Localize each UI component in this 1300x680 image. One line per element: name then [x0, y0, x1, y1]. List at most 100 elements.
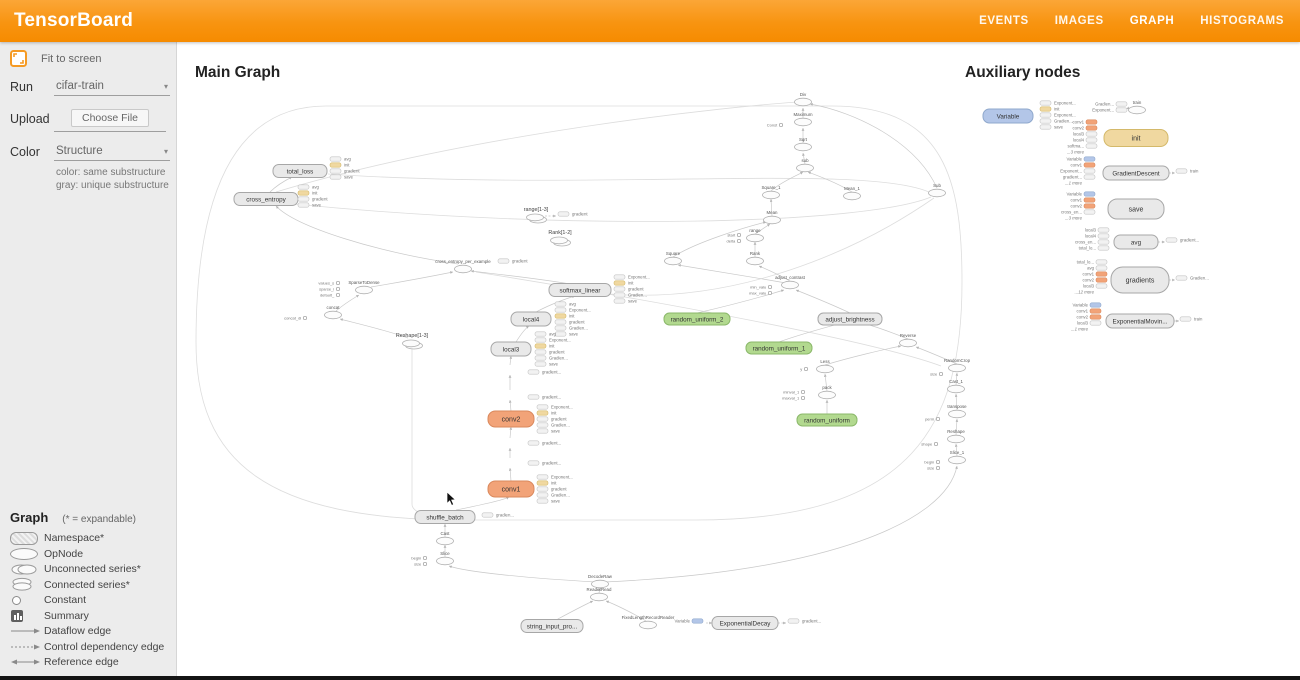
graph-node-random_uniform_1[interactable]: random_uniform_1 — [746, 342, 812, 354]
tab-images[interactable]: IMAGES — [1055, 15, 1104, 27]
svg-text:GradientDescent: GradientDescent — [1112, 170, 1160, 177]
graph-op-Rank[interactable]: Rank — [747, 251, 764, 265]
graph-const-Const: Const — [767, 123, 783, 128]
graph-op-Slice[interactable]: Slice — [437, 551, 454, 565]
graph-node-ExponentialDecay[interactable]: ExponentialDecay — [712, 617, 778, 630]
graph-node-avg[interactable]: avg — [1114, 235, 1158, 249]
svg-text:min_valu: min_valu — [750, 285, 766, 290]
legend-item-label: Control dependency edge — [44, 641, 164, 653]
svg-text:Reverse: Reverse — [900, 333, 917, 338]
tab-histograms[interactable]: HISTOGRAMS — [1200, 15, 1284, 27]
graph-op-Square[interactable]: Square — [665, 251, 682, 265]
graph-op-Reshape[interactable]: Reshape — [947, 429, 965, 443]
svg-text:ExponentialDecay: ExponentialDecay — [720, 620, 772, 627]
graph-series-range[1-3][interactable]: range[1-3] — [524, 207, 549, 223]
graph-node-local3[interactable]: local3 — [491, 342, 531, 356]
graph-node-softmax_linear[interactable]: softmax_linear — [549, 284, 611, 297]
svg-text:Div: Div — [800, 92, 807, 97]
svg-text:gradient...: gradient... — [1063, 175, 1082, 180]
graph-op-concat[interactable]: concat — [325, 305, 342, 319]
run-select[interactable]: cifar-train ▾ — [54, 77, 170, 96]
graph-annotation: gradient... — [528, 441, 561, 446]
fit-to-screen-icon[interactable] — [10, 50, 27, 67]
graph-node-GradientDescent[interactable]: GradientDescent — [1103, 166, 1169, 180]
svg-text:start: start — [727, 233, 736, 238]
graph-op-pack[interactable]: pack — [819, 385, 836, 399]
graph-op-Cast_1[interactable]: Cast_1 — [948, 379, 965, 393]
graph-op-FixedLengthRecordReader[interactable]: FixedLengthRecordReader — [622, 615, 675, 629]
svg-text:Exponent...: Exponent... — [551, 405, 573, 410]
main-graph-title: Main Graph — [195, 64, 280, 82]
graph-node-conv1[interactable]: conv1 — [488, 481, 534, 497]
graph-op-train[interactable]: train — [1129, 100, 1146, 114]
svg-text:...1 more: ...1 more — [1071, 327, 1089, 332]
svg-text:Sub: Sub — [933, 183, 941, 188]
graph-node-adjust_brightness[interactable]: adjust_brightness — [818, 313, 882, 325]
graph-op-ReaderRead[interactable]: ReaderRead — [587, 587, 612, 601]
graph-node-string_input_pro...[interactable]: string_input_pro... — [521, 620, 583, 633]
graph-op-Maximum[interactable]: Maximum — [793, 112, 812, 126]
tab-graph[interactable]: GRAPH — [1130, 15, 1175, 27]
graph-op-sub[interactable]: sub — [797, 158, 814, 172]
fit-to-screen-label[interactable]: Fit to screen — [41, 53, 102, 65]
svg-text:gradients: gradients — [1126, 277, 1155, 284]
svg-text:conv1: conv1 — [502, 486, 521, 493]
sidebar: Fit to screen Run cifar-train ▾ Upload C… — [0, 42, 177, 676]
svg-text:Gradien...: Gradien... — [569, 326, 588, 331]
graph-op-Slice_1[interactable]: Slice_1 — [949, 450, 966, 464]
svg-text:Less: Less — [820, 359, 830, 364]
graph-op-Sqrt[interactable]: Sqrt — [795, 137, 812, 151]
legend-item-label: Reference edge — [44, 656, 119, 668]
svg-text:conv2: conv2 — [1073, 126, 1085, 131]
svg-text:concat_di: concat_di — [284, 316, 301, 321]
graph-op-Less[interactable]: Less — [817, 359, 834, 373]
graph-op-Cast[interactable]: Cast — [437, 531, 454, 545]
svg-text:cross_en...: cross_en... — [1075, 240, 1096, 245]
legend-item-label: Summary — [44, 610, 89, 622]
graph-node-ExponentialMovin...[interactable]: ExponentialMovin... — [1106, 314, 1174, 328]
svg-text:save: save — [1054, 125, 1064, 130]
svg-text:gradient: gradient — [551, 417, 567, 422]
graph-canvas[interactable]: total_loss cross_entropy softmax_linearloc… — [176, 42, 1300, 680]
graph-node-Variable[interactable]: Variable — [983, 109, 1033, 123]
graph-op-transpose[interactable]: transpose — [947, 404, 967, 418]
graph-op-Sub[interactable]: Sub — [929, 183, 946, 197]
graph-node-local4[interactable]: local4 — [511, 312, 551, 326]
graph-op-Mean[interactable]: Mean — [764, 210, 781, 224]
graph-op-SparseToDense[interactable]: SparseToDense — [348, 280, 380, 294]
graph-node-init[interactable]: init — [1104, 130, 1168, 147]
graph-node-save[interactable]: save — [1108, 199, 1164, 219]
choose-file-button[interactable]: Choose File — [71, 109, 149, 127]
opnode-icon — [10, 548, 44, 560]
graph-annotation: Variableconv1conv2cross_en......3 more — [1061, 192, 1095, 221]
graph-node-random_uniform[interactable]: random_uniform — [797, 414, 857, 426]
tab-events[interactable]: EVENTS — [979, 15, 1029, 27]
svg-text:Sqrt: Sqrt — [799, 137, 808, 142]
graph-op-DecodeRaw[interactable]: DecodeRaw — [588, 574, 613, 588]
graph-node-total_loss[interactable]: total_loss — [273, 165, 327, 178]
svg-text:total_lo...: total_lo... — [1077, 260, 1094, 265]
color-select[interactable]: Structure ▾ — [54, 142, 170, 161]
graph-node-cross_entropy[interactable]: cross_entropy — [234, 193, 298, 206]
graph-annotation: Exponent...initgradientGradien...save — [537, 475, 573, 504]
graph-node-conv2[interactable]: conv2 — [488, 411, 534, 427]
main-graph-svg[interactable]: total_loss cross_entropy softmax_linearloc… — [176, 42, 1300, 680]
graph-op-Square_1[interactable]: Square_1 — [761, 185, 781, 199]
graph-op-Div[interactable]: Div — [795, 92, 812, 106]
graph-series-Reshape[1-3][interactable]: Reshape[1-3] — [396, 333, 429, 349]
graph-node-gradients[interactable]: gradients — [1111, 267, 1169, 293]
svg-text:string_input_pro...: string_input_pro... — [527, 623, 578, 630]
graph-node-random_uniform_2[interactable]: random_uniform_2 — [664, 313, 730, 325]
graph-node-shuffle_batch[interactable]: shuffle_batch — [415, 511, 475, 524]
graph-op-Mean_1[interactable]: Mean_1 — [844, 186, 861, 200]
legend-item-label: Dataflow edge — [44, 625, 111, 637]
graph-series-Rank[1-2][interactable]: Rank[1-2] — [548, 230, 572, 246]
svg-text:save: save — [1129, 206, 1144, 213]
graph-op-Reverse[interactable]: Reverse — [900, 333, 917, 347]
legend-title: Graph — [10, 510, 48, 525]
graph-op-cross_entropy_per_example[interactable]: cross_entropy_per_example — [435, 259, 491, 273]
graph-annotation: avgExponent...initgradientGradien...save — [535, 332, 571, 367]
svg-text:Cast: Cast — [440, 531, 450, 536]
graph-op-RandomCrop[interactable]: RandomCrop — [944, 358, 971, 372]
legend-item-label: OpNode — [44, 548, 83, 560]
